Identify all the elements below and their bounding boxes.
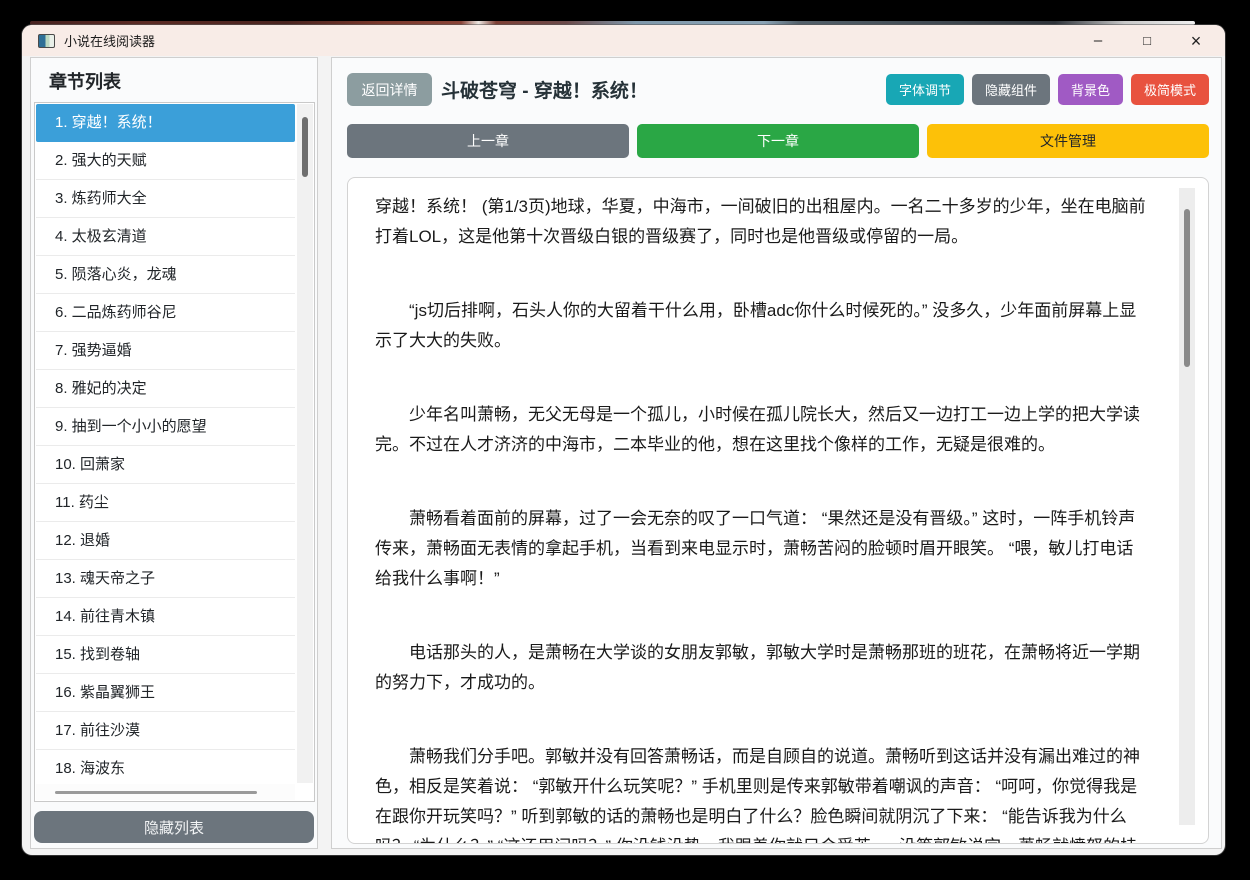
sidebar: 章节列表 1. 穿越！系统！ 2. 强大的天赋 3. 炼药师大全 4. 太极玄清道 5.…	[30, 57, 318, 849]
chapter-list: 1. 穿越！系统！ 2. 强大的天赋 3. 炼药师大全 4. 太极玄清道 5. 陨落心炎…	[34, 102, 315, 802]
chapter-item[interactable]: 17. 前往沙漠	[36, 712, 295, 750]
window-controls: – □ ×	[1087, 30, 1207, 52]
reader-panel: 返回详情 斗破苍穹 - 穿越！系统！ 字体调节 隐藏组件 背景色 极简模式 上一…	[331, 57, 1222, 849]
chapter-item[interactable]: 2. 强大的天赋	[36, 142, 295, 180]
minimize-button[interactable]: –	[1087, 30, 1109, 52]
window-body: 章节列表 1. 穿越！系统！ 2. 强大的天赋 3. 炼药师大全 4. 太极玄清道 5.…	[22, 56, 1225, 855]
chapter-item[interactable]: 8. 雅妃的决定	[36, 370, 295, 408]
chapter-title: 斗破苍穹 - 穿越！系统！	[441, 81, 648, 102]
chapter-list-items: 1. 穿越！系统！ 2. 强大的天赋 3. 炼药师大全 4. 太极玄清道 5. 陨落心炎…	[36, 104, 295, 788]
next-chapter-button[interactable]: 下一章	[637, 124, 919, 158]
paragraph: “js切后排啊，石头人你的大留着干什么用，卧槽adc你什么时候死的。” 没多久，…	[375, 301, 1137, 350]
file-manager-button[interactable]: 文件管理	[927, 124, 1209, 158]
background-color-button[interactable]: 背景色	[1057, 74, 1123, 105]
font-adjust-button[interactable]: 字体调节	[885, 74, 964, 105]
chapter-item[interactable]: 5. 陨落心炎，龙魂	[36, 256, 295, 294]
chapter-item[interactable]: 16. 紫晶翼狮王	[36, 674, 295, 712]
maximize-button[interactable]: □	[1136, 30, 1158, 52]
desktop-background: 小说在线阅读器 – □ × 章节列表 1. 穿越！系统！ 2. 强大的天赋 3. 炼…	[0, 0, 1250, 880]
close-button[interactable]: ×	[1185, 30, 1207, 52]
chapter-navigation: 上一章 下一章 文件管理	[347, 124, 1209, 158]
chapter-text: 穿越！系统！ (第1/3页)地球，华夏，中海市，一间破旧的出租屋内。一名二十多岁…	[375, 192, 1150, 843]
chapter-item[interactable]: 14. 前往青木镇	[36, 598, 295, 636]
chapter-item[interactable]: 3. 炼药师大全	[36, 180, 295, 218]
minimal-mode-button[interactable]: 极简模式	[1130, 74, 1209, 105]
app-icon	[38, 33, 55, 48]
paragraph: 萧畅我们分手吧。郭敏并没有回答萧畅话，而是自顾自的说道。萧畅听到这话并没有漏出难…	[375, 747, 1140, 843]
chapter-item[interactable]: 11. 药尘	[36, 484, 295, 522]
chapter-item[interactable]: 10. 回萧家	[36, 446, 295, 484]
chapter-item[interactable]: 15. 找到卷轴	[36, 636, 295, 674]
back-to-details-button[interactable]: 返回详情	[347, 73, 432, 106]
paragraph: 电话那头的人，是萧畅在大学谈的女朋友郭敏，郭敏大学时是萧畅那班的班花，在萧畅将近…	[375, 643, 1140, 692]
chapter-item[interactable]: 4. 太极玄清道	[36, 218, 295, 256]
chapter-item[interactable]: 9. 抽到一个小小的愿望	[36, 408, 295, 446]
reader-toolbar: 返回详情 斗破苍穹 - 穿越！系统！ 字体调节 隐藏组件 背景色 极简模式	[347, 73, 1209, 106]
chapter-item[interactable]: 7. 强势逼婚	[36, 332, 295, 370]
chapter-list-horizontal-scrollbar-thumb[interactable]	[55, 791, 257, 794]
reading-area[interactable]: 穿越！系统！ (第1/3页)地球，华夏，中海市，一间破旧的出租屋内。一名二十多岁…	[347, 177, 1209, 844]
chapter-item[interactable]: 12. 退婚	[36, 522, 295, 560]
toolbar-actions: 字体调节 隐藏组件 背景色 极简模式	[885, 74, 1209, 105]
chapter-list-vertical-scrollbar-thumb[interactable]	[302, 117, 308, 177]
hide-list-button[interactable]: 隐藏列表	[34, 811, 314, 843]
app-window: 小说在线阅读器 – □ × 章节列表 1. 穿越！系统！ 2. 强大的天赋 3. 炼…	[22, 25, 1225, 855]
reader-scrollbar[interactable]	[1179, 188, 1195, 825]
chapter-item[interactable]: 13. 魂天帝之子	[36, 560, 295, 598]
paragraph: 穿越！系统！ (第1/3页)地球，华夏，中海市，一间破旧的出租屋内。一名二十多岁…	[375, 197, 1146, 246]
chapter-list-horizontal-scrollbar[interactable]	[36, 784, 295, 800]
chapter-list-vertical-scrollbar[interactable]	[297, 104, 313, 783]
chapter-item[interactable]: 1. 穿越！系统！	[36, 104, 295, 142]
window-title: 小说在线阅读器	[64, 34, 156, 49]
prev-chapter-button[interactable]: 上一章	[347, 124, 629, 158]
hide-widgets-button[interactable]: 隐藏组件	[971, 74, 1050, 105]
chapter-item[interactable]: 6. 二品炼药师谷尼	[36, 294, 295, 332]
sidebar-heading: 章节列表	[49, 72, 121, 92]
paragraph: 萧畅看着面前的屏幕，过了一会无奈的叹了一口气道： “果然还是没有晋级。” 这时，…	[375, 509, 1136, 588]
chapter-item[interactable]: 18. 海波东	[36, 750, 295, 788]
reader-scrollbar-thumb[interactable]	[1184, 209, 1190, 367]
titlebar[interactable]: 小说在线阅读器 – □ ×	[22, 25, 1225, 56]
paragraph: 少年名叫萧畅，无父无母是一个孤儿，小时候在孤儿院长大，然后又一边打工一边上学的把…	[375, 405, 1140, 454]
